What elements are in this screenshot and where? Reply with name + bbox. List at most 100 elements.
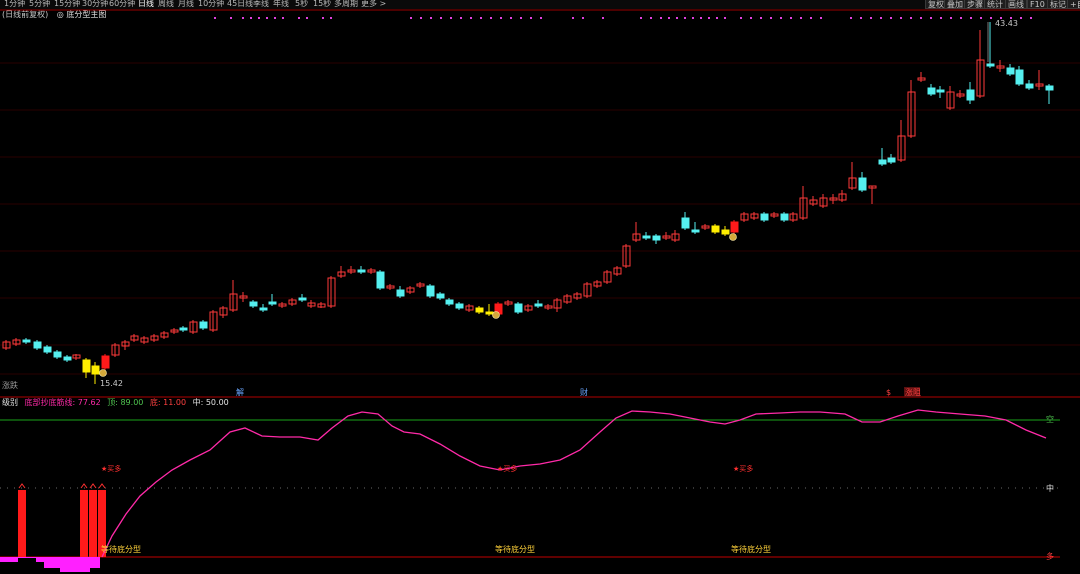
candle-100 — [986, 63, 995, 67]
buy-mark-1: ★买多 — [497, 464, 517, 473]
candle-27 — [268, 301, 277, 305]
signal-dot-66 — [1020, 17, 1022, 19]
signal-dot-47 — [810, 17, 812, 19]
candle-74 — [730, 221, 739, 233]
signal-dot-58 — [940, 17, 942, 19]
signal-dot-48 — [820, 17, 822, 19]
signal-dot-4 — [258, 17, 260, 19]
candle-77 — [760, 213, 769, 221]
bar-arrow-icon-3 — [98, 483, 106, 489]
signal-dot-46 — [800, 17, 802, 19]
signal-dot-7 — [282, 17, 284, 19]
candle-104 — [1025, 83, 1034, 89]
candle-26 — [259, 307, 268, 311]
tool-button-7[interactable]: +自 — [1067, 0, 1080, 9]
candle-95 — [936, 89, 945, 93]
indicator-bar-2 — [89, 490, 97, 557]
signal-dot-37 — [708, 17, 710, 19]
signal-dot-55 — [910, 17, 912, 19]
signal-dot-15 — [440, 17, 442, 19]
signal-dot-6 — [274, 17, 276, 19]
panel-marker-0: 解 — [236, 387, 244, 397]
signal-dot-30 — [650, 17, 652, 19]
indicator-panel-title: 级别 底部抄底筋线: 77.62 顶: 89.00 底: 11.00 中: 50… — [2, 398, 233, 408]
signal-dot-31 — [660, 17, 662, 19]
signal-dot-10 — [322, 17, 324, 19]
signal-dot-62 — [980, 17, 982, 19]
candle-4 — [43, 346, 52, 353]
tool-button-2[interactable]: 步骤 — [964, 0, 986, 9]
wait-bottom-label-0: 等待底分型 — [101, 544, 141, 554]
tool-button-4[interactable]: 画线 — [1005, 0, 1027, 9]
signal-dot-8 — [298, 17, 300, 19]
candle-20 — [199, 321, 208, 329]
right-marker-top: 空 — [1046, 415, 1054, 424]
tool-button-3[interactable]: 统计 — [984, 0, 1006, 9]
signal-dot-23 — [520, 17, 522, 19]
signal-dot-49 — [850, 17, 852, 19]
panel-marker-3: 涨阻 — [905, 387, 921, 397]
candle-87 — [858, 177, 867, 191]
buy-mark-0: ★买多 — [101, 464, 121, 473]
signal-dot-20 — [490, 17, 492, 19]
signal-dot-57 — [930, 17, 932, 19]
high-price-label: 43.43 — [995, 19, 1018, 28]
right-marker-bottom: 多 — [1046, 552, 1054, 561]
signal-dot-28 — [602, 17, 604, 19]
signal-dot-21 — [500, 17, 502, 19]
candle-48 — [475, 307, 484, 313]
bar-arrow-icon-2 — [89, 483, 97, 489]
signal-dot-25 — [540, 17, 542, 19]
candle-70 — [691, 229, 700, 233]
signal-dot-3 — [250, 17, 252, 19]
candle-5 — [53, 351, 62, 358]
candle-72 — [711, 225, 720, 233]
signal-dot-54 — [900, 17, 902, 19]
buy-mark-2: ★买多 — [733, 464, 753, 473]
signal-dot-38 — [716, 17, 718, 19]
signal-dot-40 — [740, 17, 742, 19]
signal-dot-51 — [870, 17, 872, 19]
panel-marker-1: 财 — [580, 387, 588, 397]
candle-49 — [485, 311, 494, 315]
candle-18 — [179, 327, 188, 331]
signal-dot-44 — [780, 17, 782, 19]
signal-dot-63 — [990, 17, 992, 19]
panel-marker-2: $ — [886, 388, 891, 397]
candle-89 — [878, 159, 887, 165]
wait-bottom-label-2: 等待底分型 — [731, 544, 771, 554]
signal-dot-26 — [572, 17, 574, 19]
candle-8 — [82, 359, 91, 373]
signal-dot-50 — [860, 17, 862, 19]
signal-dot-27 — [582, 17, 584, 19]
tool-button-1[interactable]: 叠加 — [944, 0, 966, 9]
candle-103 — [1015, 69, 1024, 85]
candle-94 — [927, 87, 936, 95]
candle-46 — [455, 303, 464, 309]
signal-dot-36 — [700, 17, 702, 19]
candle-98 — [966, 89, 975, 101]
candle-30 — [298, 297, 307, 301]
right-marker-mid: 中 — [1046, 484, 1054, 493]
signal-dot-35 — [692, 17, 694, 19]
signal-dot-18 — [470, 17, 472, 19]
candle-10 — [101, 355, 110, 369]
indicator-bar-1 — [80, 490, 88, 557]
signal-dot-39 — [724, 17, 726, 19]
signal-dot-24 — [530, 17, 532, 19]
candle-106 — [1045, 85, 1054, 91]
indicator-bar-0 — [18, 490, 26, 557]
tool-button-5[interactable]: F10 — [1027, 0, 1048, 9]
indicator2-bottom: 底: 11.00 — [149, 398, 187, 407]
signal-dot-56 — [920, 17, 922, 19]
signal-dot-17 — [460, 17, 462, 19]
candle-69 — [681, 217, 690, 229]
tool-button-6[interactable]: 标记 — [1047, 0, 1069, 9]
candle-40 — [396, 289, 405, 297]
signal-dot-60 — [960, 17, 962, 19]
chart-canvas[interactable]: 43.43 15.42 解 财 $ 涨阻 ★买多 ★买多 ★买多等待底分型 等待底分型 等待底分型 — [0, 0, 1080, 574]
price-panel-label: 涨跌 — [2, 381, 18, 390]
signal-dot-1 — [230, 17, 232, 19]
signal-dot-0 — [214, 17, 216, 19]
candle-102 — [1006, 67, 1015, 75]
